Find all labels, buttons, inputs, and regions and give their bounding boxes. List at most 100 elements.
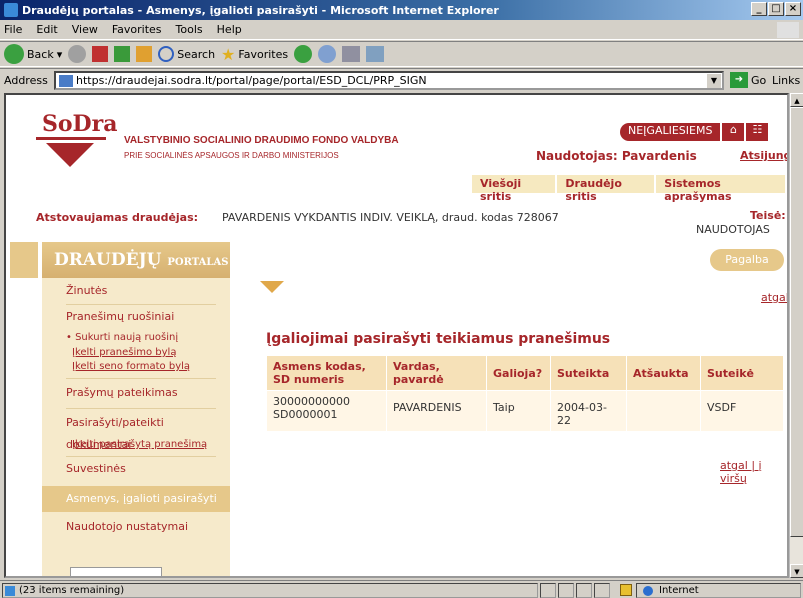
menu-tools[interactable]: Tools xyxy=(176,23,203,36)
divider xyxy=(66,456,216,457)
status-text: (23 items remaining) xyxy=(2,583,538,598)
refresh-icon[interactable] xyxy=(114,46,131,62)
represented-label: Atstovaujamas draudėjas: xyxy=(36,211,199,224)
top-nav: NEĮGALIESIEMS ⌂ ☷ xyxy=(620,123,769,141)
security-zone: Internet xyxy=(636,583,801,598)
status-slot xyxy=(594,583,610,598)
address-label: Address xyxy=(4,74,48,87)
page-icon xyxy=(59,75,73,87)
sidebar-item-authorized-persons[interactable]: Asmenys, įgalioti pasirašyti xyxy=(42,486,230,512)
menu-favorites[interactable]: Favorites xyxy=(112,23,162,36)
col-valid: Galioja? xyxy=(486,355,551,391)
sidebar-item-messages[interactable]: Žinutės xyxy=(42,280,230,302)
windows-logo-icon xyxy=(777,22,799,38)
back-arrow-icon xyxy=(4,44,24,64)
sidebar-title: DRAUDĖJŲ PORTALAS xyxy=(42,242,230,278)
tab-insurer[interactable]: Draudėjo sritis xyxy=(557,175,655,203)
search-button[interactable]: Search xyxy=(158,46,215,62)
minimize-button[interactable]: _ xyxy=(751,2,767,16)
favorites-button[interactable]: ★ Favorites xyxy=(221,45,288,64)
ie-icon xyxy=(4,3,18,17)
vertical-scrollbar[interactable]: ▲ ▼ xyxy=(789,93,803,578)
cell-revoked xyxy=(626,390,701,432)
cell-person-code-value: 30000000000 xyxy=(273,395,350,408)
sidebar-item-requests[interactable]: Prašymų pateikimas xyxy=(42,382,230,404)
menu-edit[interactable]: Edit xyxy=(36,23,57,36)
menu-file[interactable]: File xyxy=(4,23,22,36)
tab-public[interactable]: Viešoji sritis xyxy=(472,175,556,203)
address-dropdown-icon[interactable]: ▼ xyxy=(707,74,721,88)
accessibility-link[interactable]: NEĮGALIESIEMS xyxy=(620,123,721,141)
address-url: https://draudejai.sodra.lt/portal/page/p… xyxy=(76,74,427,87)
back-button[interactable]: Back ▾ xyxy=(4,44,62,64)
status-bar: (23 items remaining) Internet xyxy=(0,580,803,598)
search-label: Search xyxy=(177,47,216,61)
toolbar: Back ▾ Search ★ Favorites xyxy=(0,41,803,67)
forward-button[interactable] xyxy=(68,45,87,63)
col-granted: Suteikta xyxy=(550,355,627,391)
links-button[interactable]: Links xyxy=(772,74,800,87)
divider xyxy=(66,378,216,379)
page-loading-icon xyxy=(5,586,15,596)
menu-help[interactable]: Help xyxy=(217,23,242,36)
scroll-up-icon[interactable]: ▲ xyxy=(790,93,803,107)
sidebar-accent xyxy=(10,242,38,278)
scroll-down-icon[interactable]: ▼ xyxy=(790,564,803,578)
sodra-logo[interactable]: SoDra xyxy=(42,111,118,137)
address-bar: Address https://draudejai.sodra.lt/porta… xyxy=(0,68,803,92)
sidebar-item-drafts[interactable]: Pranešimų ruošiniai xyxy=(42,306,230,328)
back-label: Back xyxy=(27,47,54,61)
status-slot xyxy=(558,583,574,598)
cell-person-code: 30000000000 SD0000001 xyxy=(266,390,387,432)
print-icon[interactable] xyxy=(342,46,361,62)
back-link[interactable]: atgal xyxy=(761,291,787,304)
home-link-icon[interactable]: ⌂ xyxy=(720,123,745,141)
sitemap-link-icon[interactable]: ☷ xyxy=(744,123,769,141)
history-icon[interactable] xyxy=(318,45,337,63)
table-row: 30000000000 SD0000001 PAVARDENIS Taip 20… xyxy=(266,390,784,432)
star-icon: ★ xyxy=(221,44,236,64)
help-button[interactable]: Pagalba xyxy=(710,249,784,271)
divider xyxy=(66,408,216,409)
col-granted-by: Suteikė xyxy=(700,355,784,391)
tab-system-description[interactable]: Sistemos aprašymas xyxy=(656,175,785,203)
back-top-links[interactable]: atgal | į viršų xyxy=(720,459,787,485)
content-title: Įgaliojimai pasirašyti teikiamus praneši… xyxy=(266,331,611,347)
scroll-thumb[interactable] xyxy=(790,107,803,537)
sidebar-title-main: DRAUDĖJŲ xyxy=(54,250,162,270)
logout-link[interactable]: Atsijungti xyxy=(740,149,787,162)
menu-view[interactable]: View xyxy=(72,23,98,36)
go-button[interactable]: ➜ Go xyxy=(730,72,766,88)
org-name: VALSTYBINIO SOCIALINIO DRAUDIMO FONDO VA… xyxy=(124,135,399,146)
globe-icon xyxy=(643,586,653,596)
sidebar-item-create-draft[interactable]: • Sukurti naują ruošinį xyxy=(42,330,230,346)
represented-value: PAVARDENIS VYKDANTIS INDIV. VEIKLĄ, drau… xyxy=(222,211,559,224)
maximize-button[interactable]: □ xyxy=(768,2,784,16)
sidebar-item-upload-signed[interactable]: Įkelti pasirašytą pranešimą xyxy=(42,438,230,452)
lock-icon xyxy=(620,584,632,596)
col-person-code: Asmens kodas, SD numeris xyxy=(266,355,387,391)
sidebar-item-upload-file[interactable]: Įkelti pranešimo bylą xyxy=(42,346,230,360)
status-slot xyxy=(540,583,556,598)
site-tabs: Viešoji sritis Draudėjo sritis Sistemos … xyxy=(472,175,787,203)
sidebar-item-signed-documents[interactable]: Pasirašyti/pateikti dokumentai xyxy=(42,412,230,451)
col-revoked: Atšaukta xyxy=(626,355,701,391)
window-title: Draudėjų portalas - Asmenys, įgalioti pa… xyxy=(22,3,499,17)
col-name: Vardas, pavardė xyxy=(386,355,487,391)
stop-icon[interactable] xyxy=(92,46,109,62)
sidebar-item-upload-old-format[interactable]: Įkelti seno formato bylą xyxy=(42,360,230,374)
sidebar-title-small: PORTALAS xyxy=(167,257,229,268)
address-input[interactable]: https://draudejai.sodra.lt/portal/page/p… xyxy=(54,71,724,90)
cell-granted-by: VSDF xyxy=(700,390,784,432)
status-slot xyxy=(576,583,592,598)
close-button[interactable]: × xyxy=(785,2,801,16)
go-arrow-icon: ➜ xyxy=(730,72,748,88)
decorative-triangle xyxy=(260,281,284,293)
media-icon[interactable] xyxy=(294,45,313,63)
messenger-icon[interactable] xyxy=(366,46,385,62)
home-icon[interactable] xyxy=(136,46,153,62)
zone-label: Internet xyxy=(659,585,699,596)
sidebar-item-summaries[interactable]: Suvestinės xyxy=(42,458,230,480)
org-subtitle: PRIE SOCIALINĖS APSAUGOS IR DARBO MINIST… xyxy=(124,151,339,160)
sidebar-item-user-settings[interactable]: Naudotojo nustatymai xyxy=(42,516,230,538)
